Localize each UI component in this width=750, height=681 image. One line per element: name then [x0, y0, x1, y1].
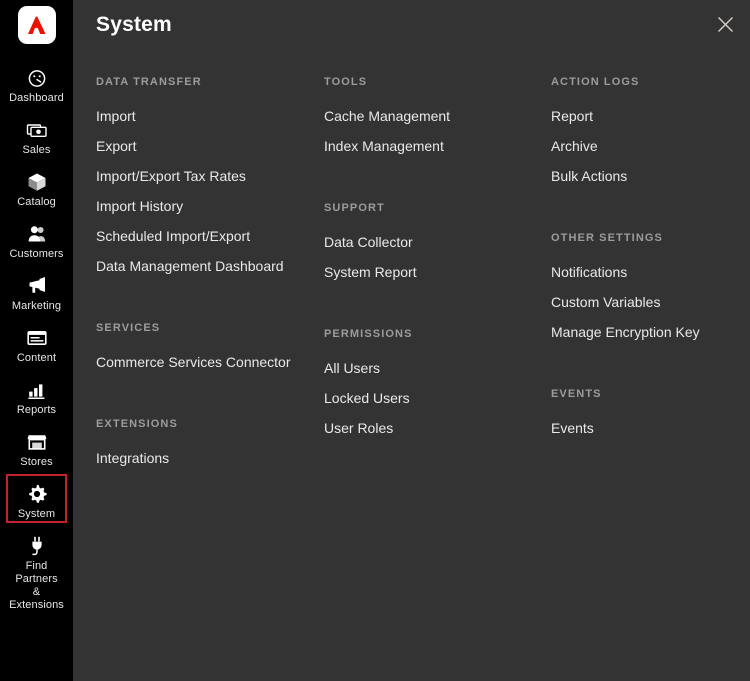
menu-group-title: Events: [551, 347, 750, 413]
menu-group-title: Action Logs: [551, 76, 750, 101]
dashboard-gauge-icon: [26, 67, 48, 89]
menu-group-title: Services: [96, 281, 301, 347]
menu-group-title: Other Settings: [551, 191, 750, 257]
menu-link-notifications[interactable]: Notifications: [551, 257, 750, 287]
sidebar-item-label: Find Partners & Extensions: [8, 560, 65, 612]
sidebar-item-stores[interactable]: Stores: [6, 422, 67, 471]
menu-link-cache-management[interactable]: Cache Management: [324, 101, 528, 131]
menu-group-other-settings: Other SettingsNotificationsCustom Variab…: [551, 191, 750, 347]
menu-link-archive[interactable]: Archive: [551, 131, 750, 161]
reports-bar-chart-icon: [26, 379, 48, 401]
menu-link-manage-encryption-key[interactable]: Manage Encryption Key: [551, 317, 750, 347]
menu-group-permissions: PermissionsAll UsersLocked UsersUser Rol…: [324, 287, 528, 443]
menu-group-events: EventsEvents: [551, 347, 750, 443]
sidebar-item-label: Catalog: [17, 196, 56, 209]
menu-link-locked-users[interactable]: Locked Users: [324, 383, 528, 413]
menu-link-import-export-tax-rates[interactable]: Import/Export Tax Rates: [96, 161, 301, 191]
menu-group-action-logs: Action LogsReportArchiveBulk Actions: [551, 76, 750, 191]
sidebar-item-label: Customers: [9, 248, 63, 261]
menu-link-commerce-services-connector[interactable]: Commerce Services Connector: [96, 347, 301, 377]
menu-group-extensions: ExtensionsIntegrations: [96, 377, 301, 473]
plug-icon: [26, 535, 48, 557]
sidebar-item-reports[interactable]: Reports: [6, 370, 67, 419]
main-sidebar: Dashboard Sales Catalog Customers Marketing C…: [0, 0, 73, 681]
panel-header: System: [73, 0, 750, 54]
close-icon[interactable]: [711, 10, 739, 38]
system-panel: System Data TransferImportExportImport/E…: [73, 0, 750, 681]
sidebar-item-sales[interactable]: Sales: [6, 110, 67, 159]
menu-link-scheduled-import-export[interactable]: Scheduled Import/Export: [96, 221, 301, 251]
menu-link-report[interactable]: Report: [551, 101, 750, 131]
sidebar-item-customers[interactable]: Customers: [6, 214, 67, 263]
sidebar-item-system[interactable]: System: [6, 474, 67, 523]
sidebar-item-label: System: [18, 508, 55, 521]
menu-link-data-management-dashboard[interactable]: Data Management Dashboard: [96, 251, 301, 281]
page-title: System: [96, 13, 172, 37]
sidebar-item-content[interactable]: Content: [6, 318, 67, 367]
sales-money-icon: [26, 119, 48, 141]
menu-link-system-report[interactable]: System Report: [324, 257, 528, 287]
system-menu-overlay: Dashboard Sales Catalog Customers Marketing C…: [0, 0, 750, 681]
sidebar-item-label: Reports: [17, 404, 56, 417]
menu-link-import-history[interactable]: Import History: [96, 191, 301, 221]
stores-shop-icon: [26, 431, 48, 453]
system-gear-icon: [26, 483, 48, 505]
menu-link-all-users[interactable]: All Users: [324, 353, 528, 383]
sidebar-item-label: Marketing: [12, 300, 61, 313]
catalog-box-icon: [26, 171, 48, 193]
marketing-megaphone-icon: [26, 275, 48, 297]
sidebar-item-label: Stores: [20, 456, 52, 469]
sidebar-item-label: Content: [17, 352, 56, 365]
menu-group-support: SupportData CollectorSystem Report: [324, 161, 528, 287]
menu-link-integrations[interactable]: Integrations: [96, 443, 301, 473]
sidebar-item-label: Dashboard: [9, 92, 64, 105]
sidebar-item-find-partners-extensions[interactable]: Find Partners & Extensions: [6, 526, 67, 614]
sidebar-item-marketing[interactable]: Marketing: [6, 266, 67, 315]
sidebar-nav-list: Dashboard Sales Catalog Customers Marketing C…: [6, 58, 67, 617]
sidebar-item-label: Sales: [22, 144, 50, 157]
menu-column-0: Data TransferImportExportImport/Export T…: [73, 76, 301, 473]
adobe-logo-icon[interactable]: [18, 6, 56, 44]
menu-link-export[interactable]: Export: [96, 131, 301, 161]
menu-group-title: Extensions: [96, 377, 301, 443]
menu-link-events[interactable]: Events: [551, 413, 750, 443]
menu-group-title: Support: [324, 161, 528, 227]
menu-group-services: ServicesCommerce Services Connector: [96, 281, 301, 377]
menu-column-2: Action LogsReportArchiveBulk ActionsOthe…: [528, 76, 750, 473]
menu-group-title: Permissions: [324, 287, 528, 353]
menu-group-tools: ToolsCache ManagementIndex Management: [324, 76, 528, 161]
sidebar-item-catalog[interactable]: Catalog: [6, 162, 67, 211]
menu-link-user-roles[interactable]: User Roles: [324, 413, 528, 443]
sidebar-item-dashboard[interactable]: Dashboard: [6, 58, 67, 107]
menu-group-title: Data Transfer: [96, 76, 301, 101]
system-menu-columns: Data TransferImportExportImport/Export T…: [73, 76, 750, 473]
customers-people-icon: [26, 223, 48, 245]
menu-link-custom-variables[interactable]: Custom Variables: [551, 287, 750, 317]
menu-group-title: Tools: [324, 76, 528, 101]
menu-link-bulk-actions[interactable]: Bulk Actions: [551, 161, 750, 191]
content-page-icon: [26, 327, 48, 349]
menu-group-data-transfer: Data TransferImportExportImport/Export T…: [96, 76, 301, 281]
menu-column-1: ToolsCache ManagementIndex ManagementSup…: [301, 76, 528, 473]
menu-link-index-management[interactable]: Index Management: [324, 131, 528, 161]
menu-link-import[interactable]: Import: [96, 101, 301, 131]
menu-link-data-collector[interactable]: Data Collector: [324, 227, 528, 257]
